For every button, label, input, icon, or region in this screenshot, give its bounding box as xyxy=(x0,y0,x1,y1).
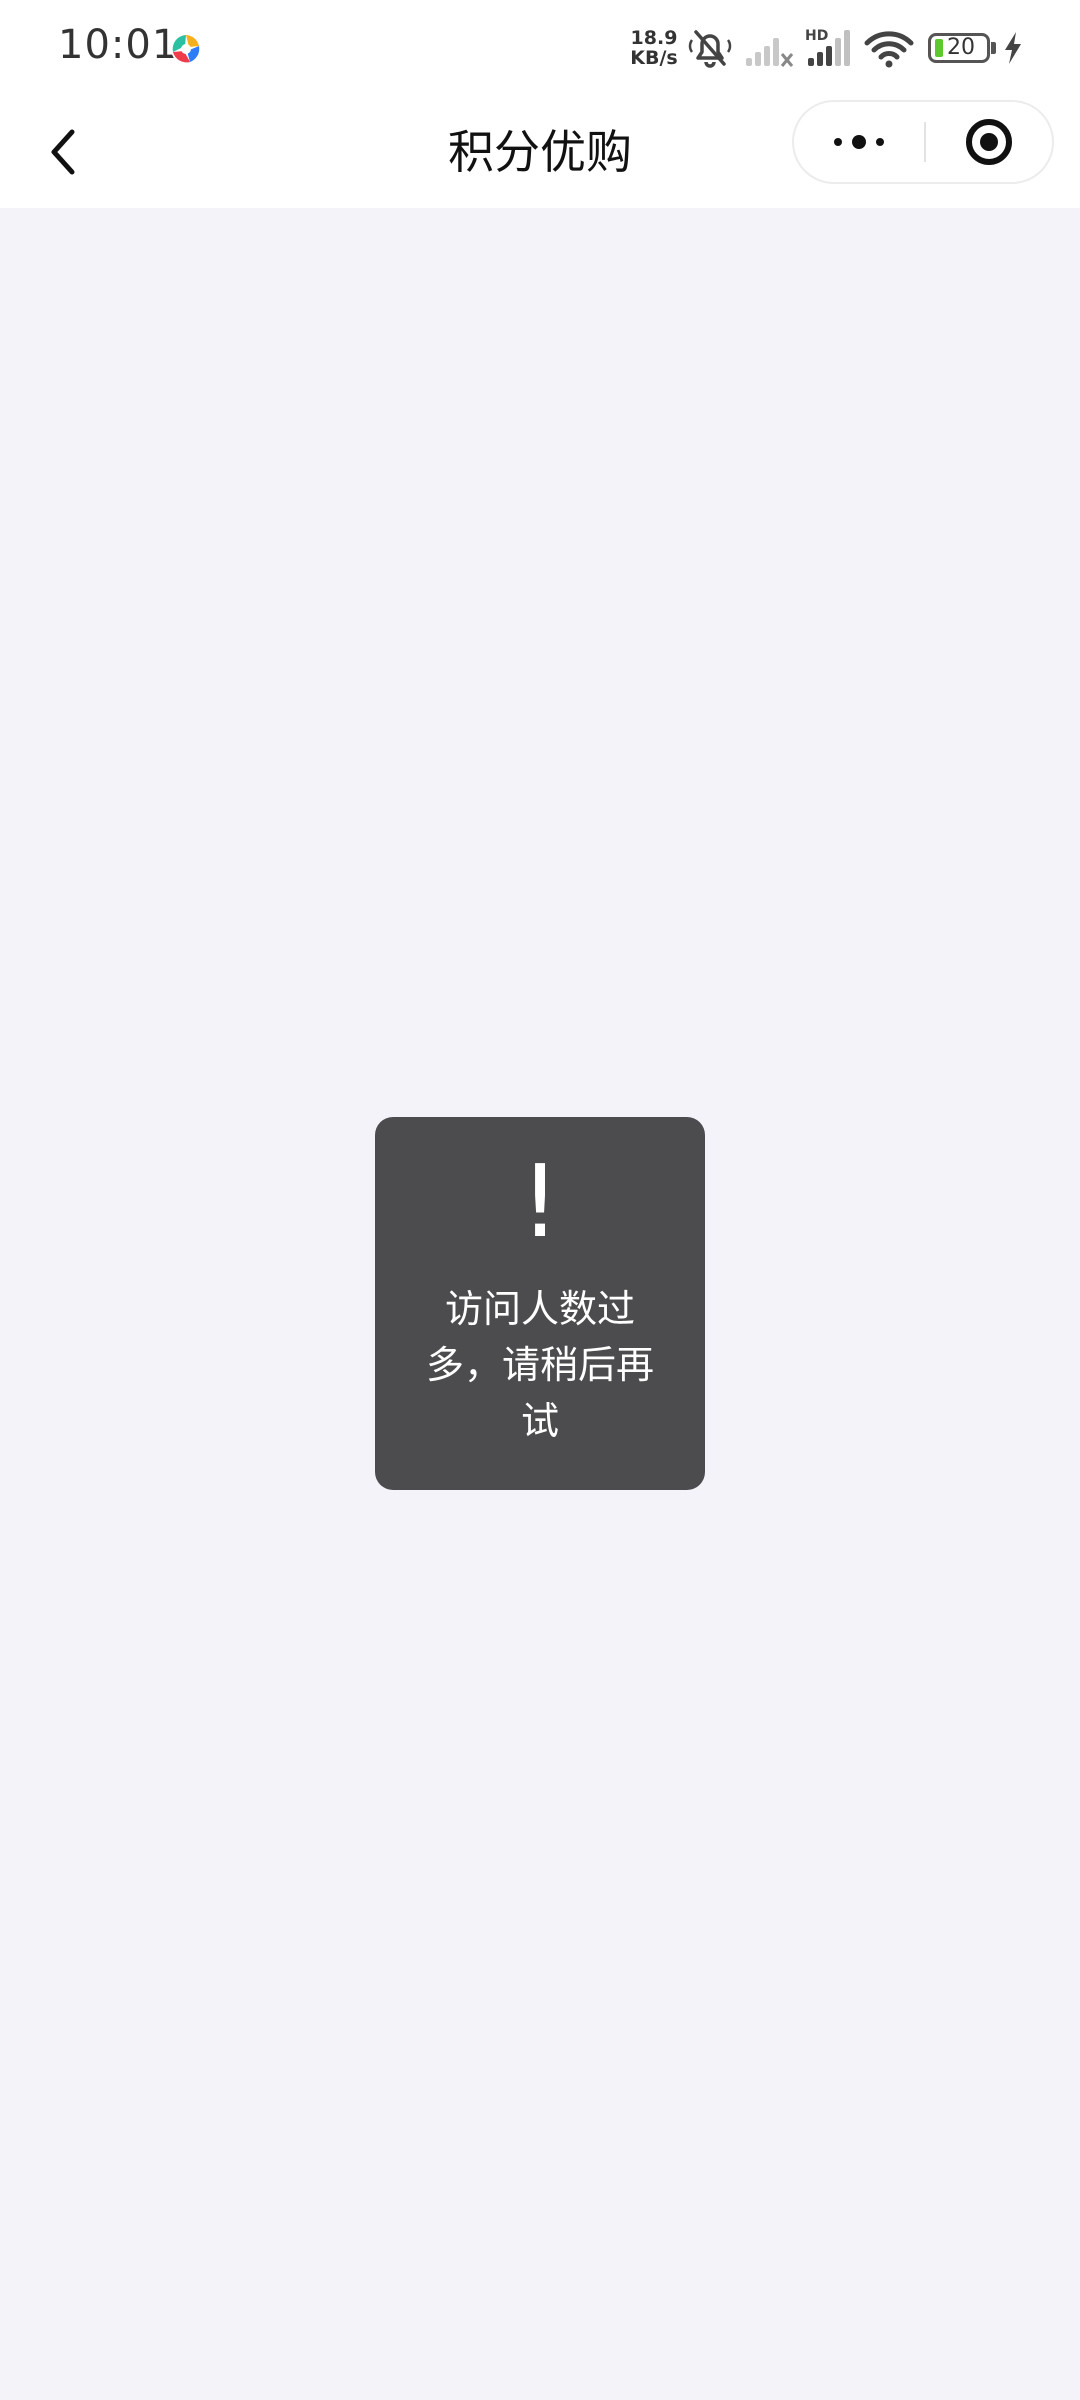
status-time: 10:01 xyxy=(58,22,179,68)
page-title: 积分优购 xyxy=(448,125,632,179)
navigation-bar: 积分优购 xyxy=(0,96,1080,208)
mute-bell-icon xyxy=(688,30,732,68)
network-speed: 18.9 KB/s xyxy=(626,28,682,68)
battery-level: 20 xyxy=(947,35,975,60)
more-button[interactable] xyxy=(794,102,924,182)
battery-cap xyxy=(991,42,996,54)
network-speed-unit: KB/s xyxy=(630,47,678,69)
target-circle-icon xyxy=(966,119,1012,165)
mini-program-capsule xyxy=(792,100,1054,184)
signal-icon xyxy=(746,38,794,67)
charging-icon xyxy=(1005,32,1021,64)
close-mini-program-button[interactable] xyxy=(926,102,1052,182)
status-bar: 10:01 18.9 KB/s HD 20 xyxy=(0,0,1080,96)
back-button[interactable] xyxy=(30,114,106,190)
battery-icon: 20 xyxy=(928,33,990,63)
svg-text:HD: HD xyxy=(805,28,828,44)
colorful-app-icon xyxy=(171,34,201,64)
error-toast: ! 访问人数过多，请稍后再试 xyxy=(375,1117,705,1490)
battery-fill xyxy=(935,39,943,57)
more-dots-icon xyxy=(834,135,884,149)
network-speed-value: 18.9 xyxy=(630,27,678,49)
chevron-left-icon xyxy=(51,129,75,175)
hd-signal-icon: HD xyxy=(805,28,850,66)
wifi-icon xyxy=(864,31,914,68)
toast-message: 访问人数过多，请稍后再试 xyxy=(425,1287,654,1443)
exclamation-icon: ! xyxy=(519,1143,561,1260)
